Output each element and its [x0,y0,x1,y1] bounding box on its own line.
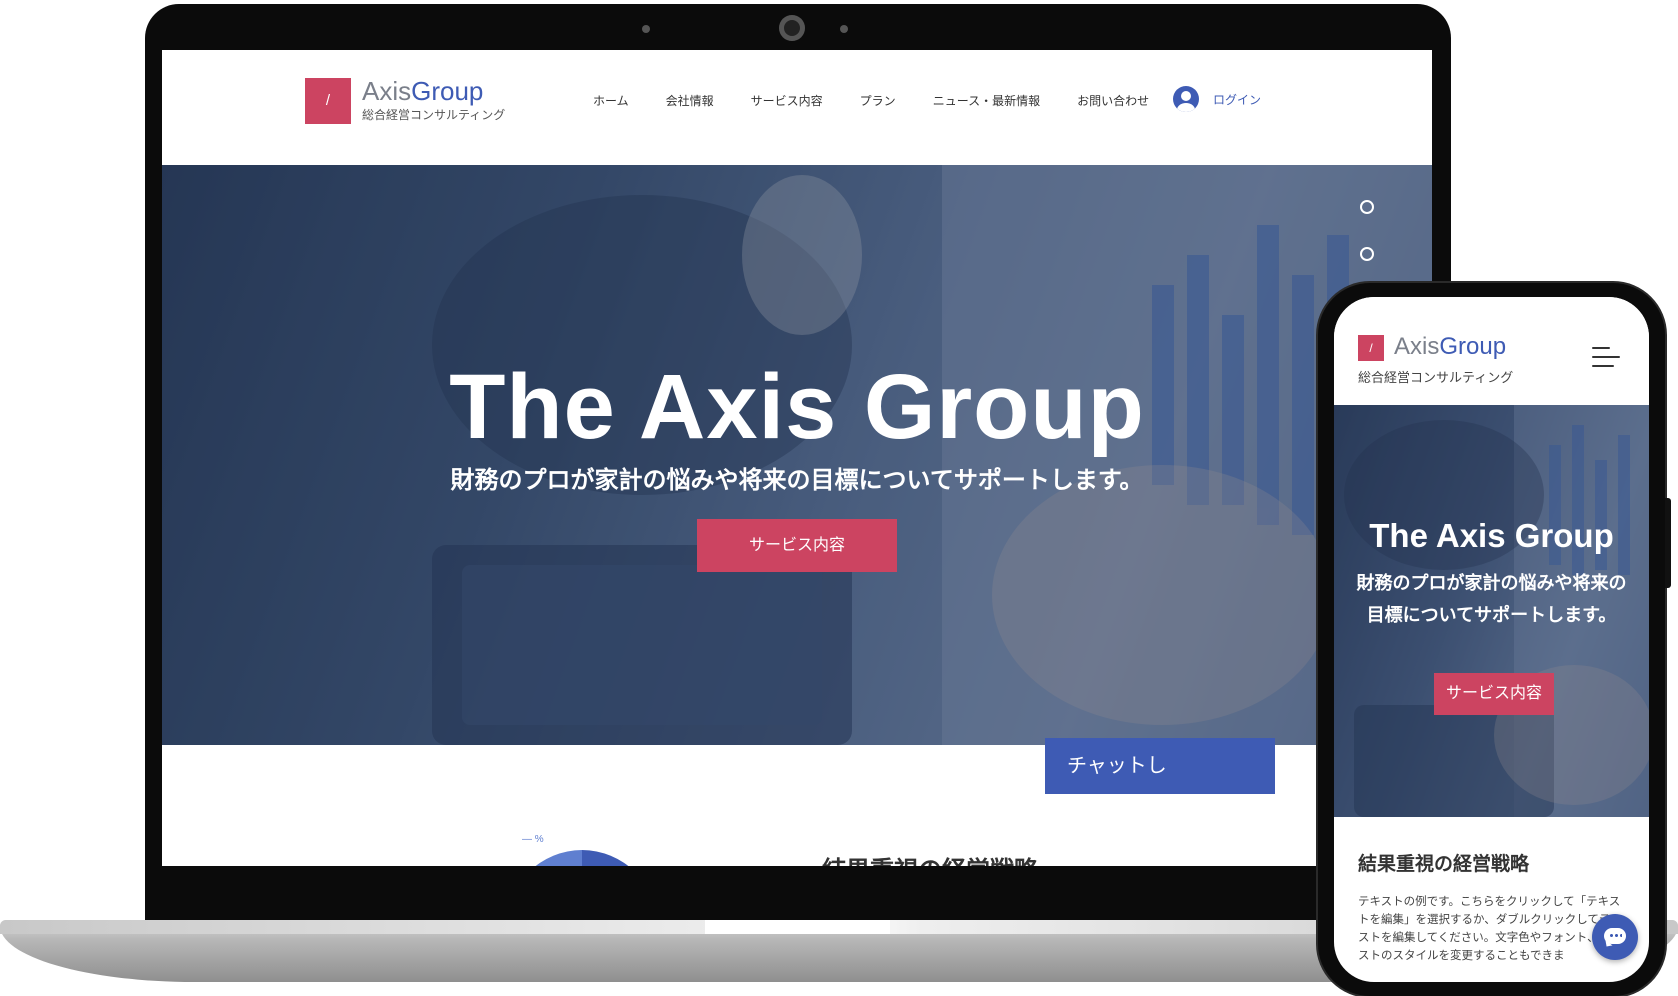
hamburger-menu-icon[interactable] [1592,347,1620,369]
sensor-dot [840,25,848,33]
mobile-logo-text-axis: Axis [1394,333,1440,360]
mobile-hero-services-button[interactable]: サービス内容 [1434,673,1554,715]
logo-tagline: 総合経営コンサルティング [362,108,506,122]
mobile-logo-tagline: 総合経営コンサルティング [1358,370,1514,385]
site-header: / AxisGroup 総合経営コンサルティング ホーム 会社情報 サービス内容… [162,50,1432,165]
login-label: ログイン [1213,92,1262,107]
phone-side-button [1665,498,1671,588]
phone-frame: / AxisGroup 総合経営コンサルティング The Axis Group … [1318,283,1671,996]
section-title: 結果重視の経営戦略 [822,850,1038,866]
chat-button[interactable]: チャットし [1045,738,1275,794]
hero-services-button[interactable]: サービス内容 [697,519,897,572]
nav-item-services[interactable]: サービス内容 [751,92,823,109]
mobile-body-text: テキストの例です。こちらをクリックして「テキストを編集」を選択するか、ダブルクリ… [1358,896,1622,962]
chat-bubble-dots [1609,934,1622,937]
mobile-hero-subtitle: 財務のプロが家計の悩みや将来の目標についてサポートします。 [1356,573,1627,625]
pie-percent-text: % [534,834,544,845]
hero-subtitle: 財務のプロが家計の悩みや将来の目標についてサポートします。 [450,467,1144,494]
mobile-logo-mark[interactable]: / [1358,335,1384,361]
mobile-hero-title: The Axis Group [1369,517,1614,554]
main-nav: ホーム 会社情報 サービス内容 プラン ニュース・最新情報 お問い合わせ [593,92,1186,109]
slide-dot-1[interactable] [1360,200,1374,214]
hero-section: The Axis Group 財務のプロが家計の悩みや将来の目標についてサポート… [162,165,1432,745]
nav-item-plans[interactable]: プラン [860,92,896,109]
logo-text-group: Group [411,76,484,106]
nav-item-company[interactable]: 会社情報 [666,92,714,109]
pie-percent-label: — % [522,834,544,845]
nav-item-home[interactable]: ホーム [593,92,629,109]
hero-title: The Axis Group [449,356,1145,458]
mobile-hero-section: The Axis Group 財務のプロが家計の悩みや将来の目標についてサポート… [1334,405,1649,817]
nav-item-news[interactable]: ニュース・最新情報 [933,92,1040,109]
logo-mark[interactable]: / [305,78,351,124]
sensor-dot [642,25,650,33]
nav-item-contact[interactable]: お問い合わせ [1077,92,1149,109]
mobile-website: / AxisGroup 総合経営コンサルティング The Axis Group … [1334,297,1649,982]
webcam [779,15,805,41]
mobile-logo-text[interactable]: AxisGroup [1394,333,1506,361]
mobile-header: / AxisGroup 総合経営コンサルティング [1334,297,1649,405]
logo-text[interactable]: AxisGroup [362,76,483,106]
slide-dot-2[interactable] [1360,247,1374,261]
login-button[interactable]: ログイン [1173,86,1261,112]
logo-text-axis: Axis [362,76,412,106]
user-avatar-icon [1173,86,1199,112]
pie-chart-partial [507,850,657,866]
laptop-notch [705,920,890,934]
chat-bubble-icon[interactable] [1592,914,1638,960]
mobile-logo-text-group: Group [1439,333,1507,360]
mobile-section-title: 結果重視の経営戦略 [1358,854,1530,875]
